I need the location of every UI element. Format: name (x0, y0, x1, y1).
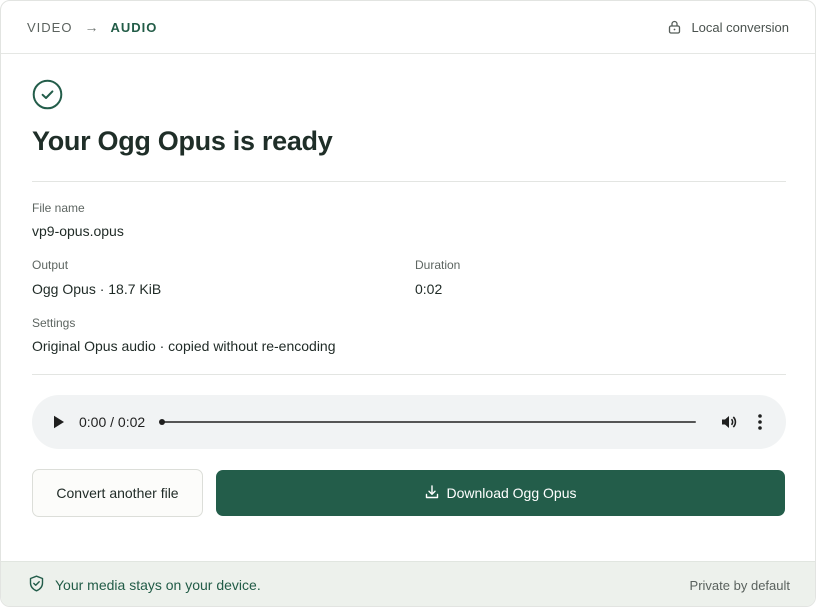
privacy-footer: Your media stays on your device. Private… (1, 561, 815, 606)
play-icon[interactable] (53, 415, 65, 429)
local-conversion-label: Local conversion (691, 19, 789, 35)
duration-label: Duration (415, 258, 461, 272)
output-value: Ogg Opus · 18.7 KiB (32, 281, 162, 297)
file-name-label: File name (32, 201, 85, 215)
audio-player: 0:00 / 0:02 (32, 395, 786, 449)
page-title: Your Ogg Opus is ready (32, 126, 333, 156)
settings-label: Settings (32, 316, 76, 330)
check-circle-icon (32, 79, 63, 110)
local-conversion-indicator: Local conversion (668, 20, 789, 35)
arrow-right-icon: → (84, 19, 99, 35)
privacy-note: Your media stays on your device. (28, 575, 261, 595)
convert-another-button[interactable]: Convert another file (32, 469, 203, 517)
top-bar: VIDEO → AUDIO Local conversion (1, 1, 815, 54)
shield-check-icon (28, 575, 45, 595)
download-icon (425, 484, 439, 502)
duration-value: 0:02 (415, 281, 443, 297)
converter-card: VIDEO → AUDIO Local conversion Your Ogg … (0, 0, 816, 607)
playback-time: 0:00 / 0:02 (79, 414, 146, 430)
breadcrumb-to: AUDIO (110, 19, 158, 35)
seek-handle[interactable] (159, 419, 165, 425)
settings-value: Original Opus audio · copied without re-… (32, 338, 336, 354)
breadcrumb-from: VIDEO (27, 19, 73, 35)
download-button[interactable]: Download Ogg Opus (216, 470, 785, 516)
output-label: Output (32, 258, 69, 272)
breadcrumb: VIDEO → AUDIO (27, 19, 157, 35)
divider (32, 374, 786, 375)
seek-bar[interactable] (162, 421, 696, 423)
privacy-default-label: Private by default (689, 577, 790, 593)
download-button-label: Download Ogg Opus (446, 485, 577, 501)
privacy-note-text: Your media stays on your device. (55, 577, 261, 593)
volume-icon[interactable] (720, 413, 738, 431)
file-name-value: vp9-opus.opus (32, 223, 124, 239)
more-vert-icon[interactable] (757, 413, 763, 431)
divider (32, 181, 786, 182)
lock-icon (668, 20, 681, 34)
